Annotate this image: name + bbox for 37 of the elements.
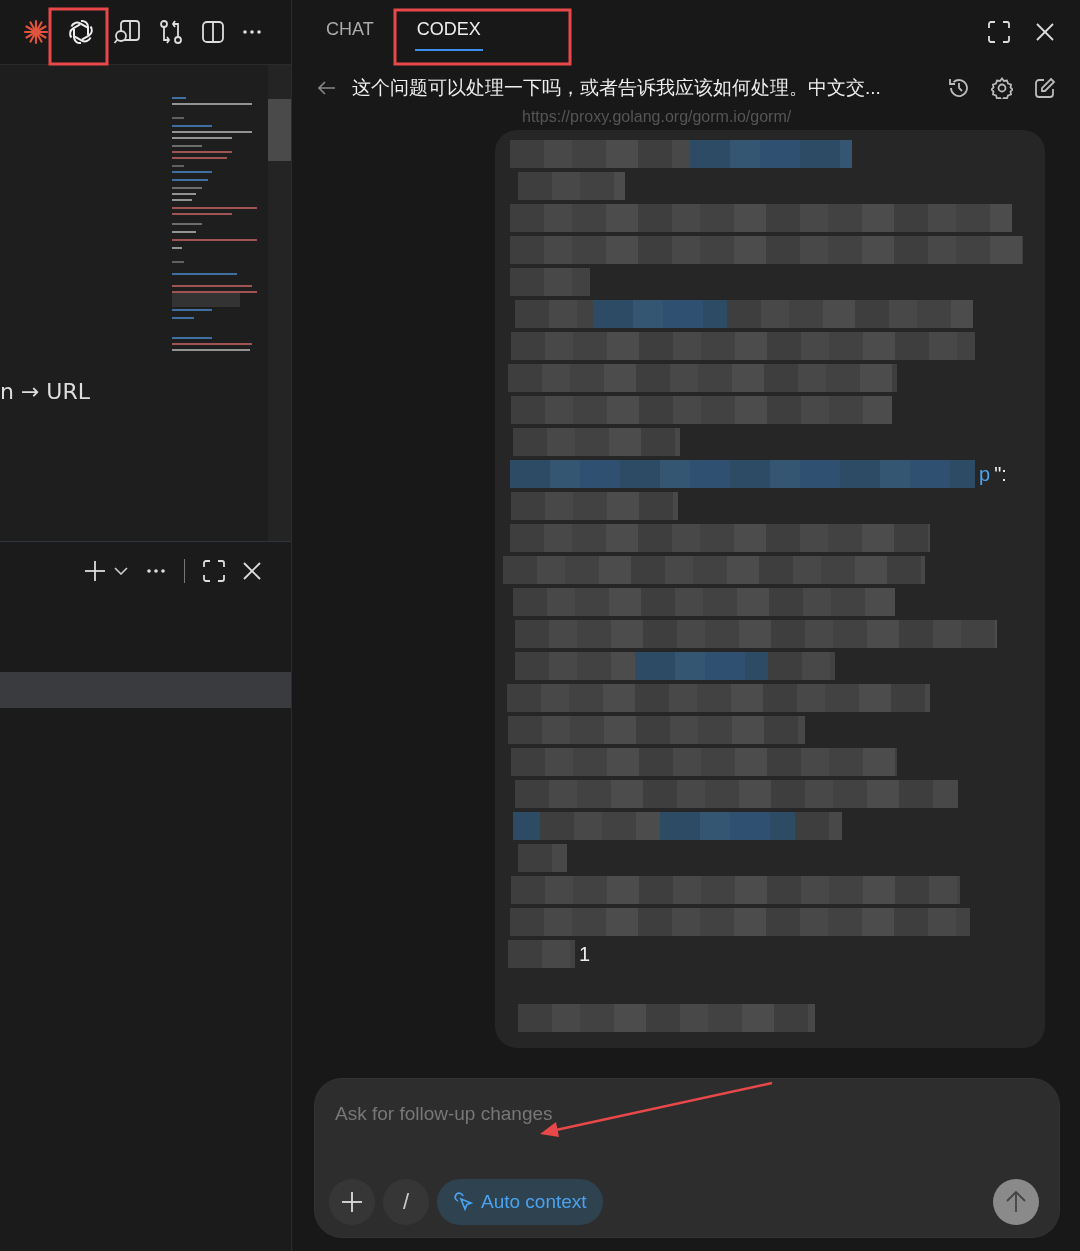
back-arrow-icon[interactable] [318, 81, 336, 95]
highlight-frame [48, 7, 109, 66]
message-text: ": [994, 462, 1007, 486]
plus-icon [341, 1191, 363, 1213]
message-input[interactable]: Ask for follow-up changes [329, 1099, 661, 1129]
faded-link-text: https://proxy.golang.org/gorm.io/gorm/ [522, 108, 792, 126]
panel-tab[interactable]: CHAT [326, 13, 374, 51]
fullscreen-icon[interactable] [203, 560, 225, 582]
arrow-up-icon [1005, 1190, 1027, 1214]
knot-icon[interactable] [66, 17, 96, 47]
send-button[interactable] [993, 1179, 1039, 1225]
redacted-text [508, 940, 575, 968]
cursor-click-icon [453, 1191, 473, 1213]
plus-icon[interactable] [84, 560, 106, 582]
fullscreen-icon[interactable] [988, 21, 1010, 43]
more-icon[interactable] [242, 29, 262, 35]
scrollbar-thumb[interactable] [268, 99, 291, 161]
context-button[interactable]: Auto context [437, 1179, 603, 1225]
new-chat-icon[interactable] [1034, 77, 1056, 99]
close-icon[interactable] [243, 562, 261, 580]
code-text: n → URL [0, 379, 91, 404]
close-icon[interactable] [1036, 23, 1054, 41]
add-button[interactable] [329, 1179, 375, 1225]
thread-title: 这个问题可以处理一下吗，或者告诉我应该如何处理。中文交... [352, 76, 882, 100]
sunburst-icon[interactable] [23, 19, 49, 45]
message-text: p [979, 462, 991, 486]
panel-tab[interactable]: CODEX [414, 13, 483, 51]
chevron-down-icon[interactable] [114, 567, 128, 575]
book-search-icon[interactable] [113, 19, 141, 45]
redacted-text [518, 844, 567, 872]
compare-arrows-icon[interactable] [158, 19, 184, 45]
settings-icon[interactable] [991, 77, 1013, 99]
split-view-icon[interactable] [201, 20, 225, 44]
more-icon[interactable] [146, 568, 166, 574]
slash-command-button[interactable]: / [383, 1179, 429, 1225]
history-icon[interactable] [948, 77, 970, 99]
message-text: 1 [579, 942, 591, 966]
